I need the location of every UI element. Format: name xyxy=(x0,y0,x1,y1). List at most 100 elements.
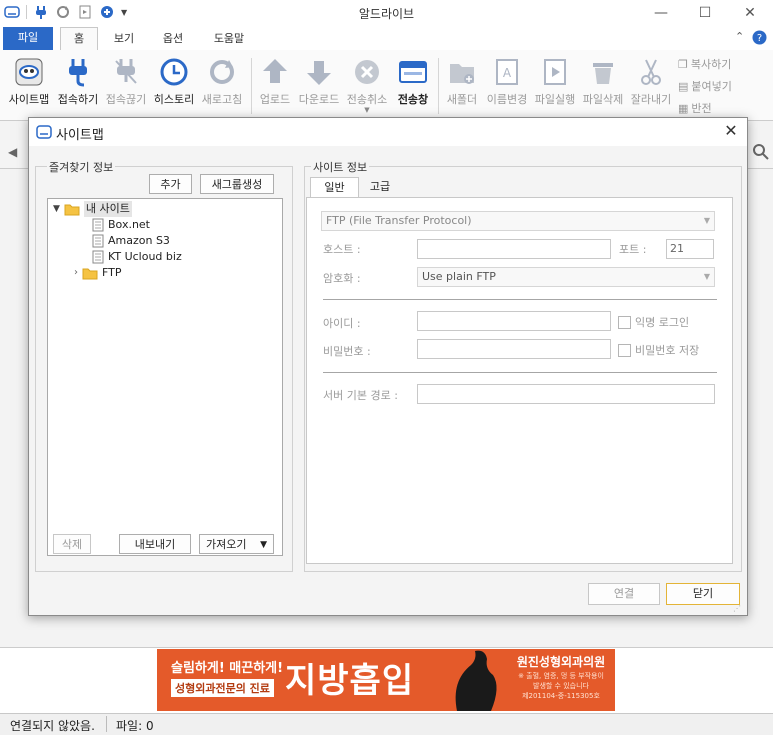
protocol-select[interactable]: FTP (File Transfer Protocol) ▼ xyxy=(321,211,715,231)
cancel-transfer-button[interactable]: 전송취소 ▼ xyxy=(344,56,390,114)
ribbon-tab-bar: 파일 홈 보기 옵션 도움말 ⌃ ? xyxy=(0,26,773,52)
ad-model-image xyxy=(437,649,507,711)
dialog-title: 사이트맵 xyxy=(56,128,104,143)
history-button[interactable]: 히스토리 xyxy=(151,56,197,107)
advertisement-banner[interactable]: 슬림하게! 매끈하게! 성형외과전문의 진료 지방흡입 원진성형외과의원 ※ 출… xyxy=(157,649,615,711)
server-path-input[interactable] xyxy=(417,384,715,404)
dialog-close-button[interactable]: ✕ xyxy=(721,121,741,141)
cancel-transfer-dropdown-icon[interactable]: ▼ xyxy=(344,106,390,114)
tab-home[interactable]: 홈 xyxy=(60,27,98,52)
help-icon[interactable]: ? xyxy=(752,30,767,48)
host-label: 호스트 : xyxy=(323,243,361,256)
delete-site-button[interactable]: 삭제 xyxy=(53,534,91,554)
maximize-button[interactable]: ☐ xyxy=(694,3,716,23)
run-file-button[interactable]: 파일실행 xyxy=(532,56,578,107)
file-count-status: 파일: 0 xyxy=(116,719,154,733)
id-input[interactable] xyxy=(417,311,611,331)
refresh-button[interactable]: 새로고침 xyxy=(199,56,245,107)
tree-item-box-net[interactable]: Box.net xyxy=(92,217,150,233)
tab-view[interactable]: 보기 xyxy=(104,28,144,50)
encryption-dropdown-icon: ▼ xyxy=(703,272,710,281)
transfer-window-icon xyxy=(399,61,427,83)
expand-chevron-icon[interactable]: › xyxy=(74,265,78,281)
close-window-button[interactable]: ✕ xyxy=(739,3,761,23)
folder-icon xyxy=(64,204,80,215)
cancel-icon xyxy=(355,60,379,84)
tree-folder-ftp[interactable]: › FTP xyxy=(74,265,122,281)
connect-button[interactable]: 접속하기 xyxy=(55,56,101,107)
delete-file-button[interactable]: 파일삭제 xyxy=(580,56,626,107)
export-button[interactable]: 내보내기 xyxy=(119,534,191,554)
separator-line xyxy=(323,372,717,373)
tab-help[interactable]: 도움말 xyxy=(205,28,253,50)
encryption-label: 암호화 : xyxy=(323,272,361,285)
search-icon[interactable] xyxy=(752,143,770,164)
sitemap-icon xyxy=(15,58,43,86)
connection-status: 연결되지 않았음. xyxy=(10,719,95,733)
separator-line xyxy=(323,299,717,300)
password-input[interactable] xyxy=(417,339,611,359)
anonymous-login-checkbox[interactable]: 익명 로그인 xyxy=(618,314,689,330)
ribbon-home-panel: 사이트맵 접속하기 접속끊기 히스토리 새로고침 업로드 다운로드 전송취소 ▼… xyxy=(0,50,773,121)
tree-item-kt-ucloud[interactable]: KT Ucloud biz xyxy=(92,249,182,265)
tree-root-label: 내 사이트 xyxy=(83,201,132,217)
folder-icon xyxy=(82,268,98,279)
tab-advanced[interactable]: 고급 xyxy=(359,177,401,197)
port-label: 포트 : xyxy=(619,243,647,256)
tab-file[interactable]: 파일 xyxy=(3,27,53,50)
new-folder-button[interactable]: 새폴더 xyxy=(442,56,482,107)
svg-text:A: A xyxy=(503,66,512,80)
import-dropdown-icon: ▼ xyxy=(260,540,267,550)
site-tree[interactable]: ▼ 내 사이트 Box.net Amazon S3 KT Ucloud biz … xyxy=(47,198,283,556)
scroll-left-icon[interactable]: ◀ xyxy=(8,145,17,159)
download-button[interactable]: 다운로드 xyxy=(297,56,341,107)
clock-icon xyxy=(160,58,188,86)
paste-button[interactable]: ▤ 붙여넣기 xyxy=(678,78,732,94)
port-input[interactable]: 21 xyxy=(666,239,714,259)
trash-icon xyxy=(593,63,613,84)
transfer-window-button[interactable]: 전송창 xyxy=(393,56,433,107)
sitemap-dialog-icon xyxy=(36,124,52,143)
ribbon-separator xyxy=(438,58,439,114)
resize-grip-icon[interactable]: ⋰ xyxy=(733,604,741,613)
run-file-icon xyxy=(544,59,566,85)
copy-button[interactable]: ❐ 복사하기 xyxy=(678,56,731,72)
plug-icon xyxy=(69,59,87,87)
document-icon xyxy=(92,234,104,248)
tab-options[interactable]: 옵션 xyxy=(153,28,193,50)
invert-selection-button[interactable]: ▦ 반전 xyxy=(678,100,712,116)
disconnect-button[interactable]: 접속끊기 xyxy=(103,56,149,107)
upload-arrow-icon xyxy=(263,59,287,83)
document-icon xyxy=(92,250,104,264)
sitemap-dialog: 사이트맵 ✕ 즐겨찾기 정보 추가 새그룹생성 ▼ 내 사이트 Box.net … xyxy=(28,117,748,616)
refresh-icon xyxy=(210,60,234,84)
import-button[interactable]: 가져오기 ▼ xyxy=(199,534,274,554)
protocol-dropdown-icon: ▼ xyxy=(703,216,710,225)
id-label: 아이디 : xyxy=(323,317,361,330)
copy-icon: ❐ xyxy=(678,57,688,71)
ribbon-collapse-icon[interactable]: ⌃ xyxy=(735,30,744,43)
tree-item-amazon-s3[interactable]: Amazon S3 xyxy=(92,233,170,249)
cut-button[interactable]: 잘라내기 xyxy=(628,56,674,107)
password-label: 비밀번호 : xyxy=(323,345,371,358)
add-site-button[interactable]: 추가 xyxy=(149,174,192,194)
ad-clinic-name: 원진성형외과의원 xyxy=(516,655,606,669)
minimize-button[interactable]: — xyxy=(650,3,672,23)
host-input[interactable] xyxy=(417,239,611,259)
site-info-group-label: 사이트 정보 xyxy=(311,159,370,175)
save-password-checkbox[interactable]: 비밀번호 저장 xyxy=(618,342,699,358)
ad-big-text: 지방흡입 xyxy=(285,661,415,701)
connect-site-button[interactable]: 연결 xyxy=(588,583,660,605)
upload-button[interactable]: 업로드 xyxy=(255,56,295,107)
tree-root-my-sites[interactable]: ▼ 내 사이트 xyxy=(53,201,132,217)
tab-general[interactable]: 일반 xyxy=(310,177,359,199)
dialog-close-confirm-button[interactable]: 닫기 xyxy=(666,583,740,605)
rename-button[interactable]: A 이름변경 xyxy=(484,56,530,107)
new-group-button[interactable]: 새그룹생성 xyxy=(200,174,274,194)
collapse-chevron-icon[interactable]: ▼ xyxy=(53,201,60,217)
encryption-select[interactable]: Use plain FTP ▼ xyxy=(417,267,715,287)
dialog-title-bar: 사이트맵 ✕ xyxy=(29,118,747,146)
rename-icon: A xyxy=(496,59,518,85)
sitemap-button[interactable]: 사이트맵 xyxy=(5,56,53,107)
download-arrow-icon xyxy=(307,61,331,85)
